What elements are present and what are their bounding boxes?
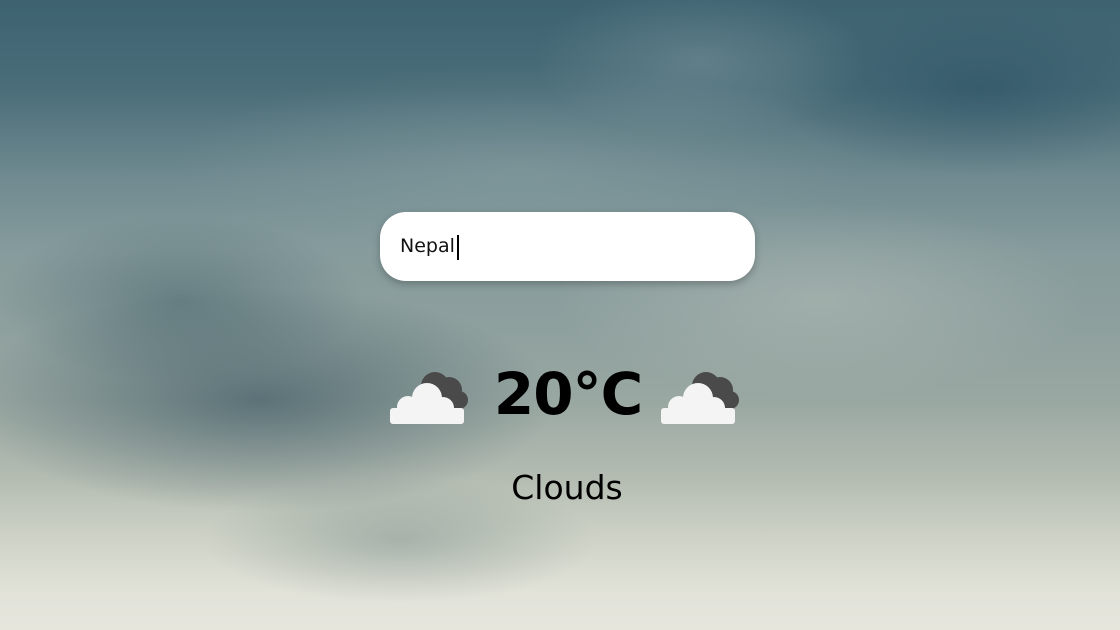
background-sky bbox=[0, 0, 1120, 630]
weather-display: 20°C bbox=[385, 356, 750, 432]
weather-condition: Clouds bbox=[511, 468, 623, 507]
cloud-icon bbox=[661, 372, 739, 424]
cloud-icon bbox=[390, 372, 468, 424]
search-box[interactable] bbox=[380, 212, 755, 281]
text-caret bbox=[457, 235, 459, 260]
temperature-value: 20°C bbox=[493, 360, 643, 428]
search-input[interactable] bbox=[400, 212, 730, 281]
